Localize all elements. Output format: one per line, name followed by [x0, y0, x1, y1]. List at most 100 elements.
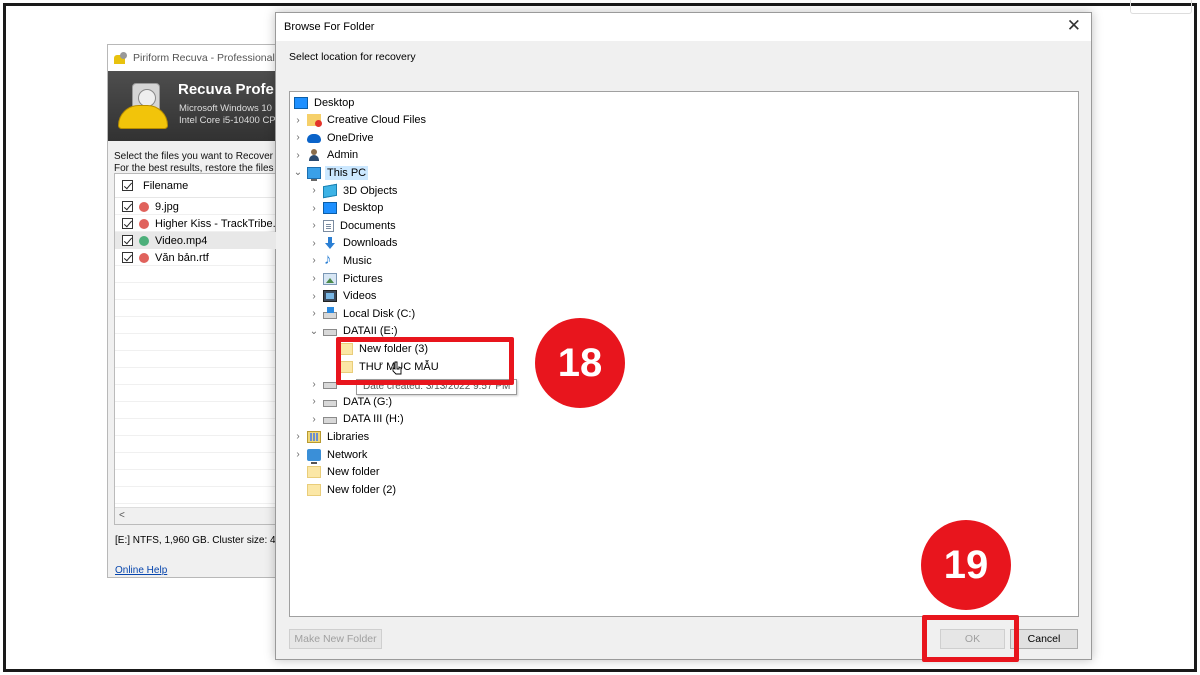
file-row[interactable]: Văn bản.rtf [115, 249, 276, 266]
recuva-intro-line-1: Select the files you want to Recover b [114, 151, 277, 162]
close-icon[interactable]: ✕ [1067, 17, 1081, 35]
expand-chevron-icon[interactable]: › [308, 414, 320, 425]
expand-chevron-icon[interactable]: › [308, 379, 320, 390]
file-row[interactable]: Video.mp4 [115, 232, 276, 249]
documents-icon [323, 219, 334, 232]
expand-chevron-icon[interactable]: › [308, 308, 320, 319]
file-name: 9.jpg [155, 200, 179, 213]
file-checkbox[interactable] [122, 252, 133, 263]
step-18-highlight [336, 337, 514, 385]
make-new-folder-button[interactable]: Make New Folder [289, 629, 382, 649]
tree-node[interactable]: › Libraries [292, 428, 371, 445]
drive-icon [323, 329, 337, 337]
file-status-icon [139, 235, 149, 246]
tree-node-label: Desktop [343, 202, 384, 215]
recuva-titlebar: Piriform Recuva - Professional [108, 45, 276, 71]
libraries-icon [307, 430, 321, 443]
expand-chevron-icon[interactable]: › [308, 185, 320, 196]
dialog-title: Browse For Folder [284, 21, 375, 33]
select-all-checkbox[interactable] [122, 180, 133, 191]
drive-icon [323, 417, 337, 425]
tree-node[interactable]: › DATA (G:) [308, 393, 394, 410]
tree-node-label: New folder (2) [327, 483, 397, 496]
tree-node-label: DATA (G:) [343, 395, 393, 408]
hand-cursor-icon [392, 361, 402, 375]
recuva-banner-os: Microsoft Windows 10 [179, 103, 272, 114]
music-icon [323, 251, 337, 268]
tree-node-label: Admin [327, 149, 359, 162]
recuva-banner: Recuva Profe Microsoft Windows 10 Intel … [108, 71, 276, 141]
pc-icon [307, 166, 321, 181]
expand-chevron-icon[interactable]: › [308, 273, 320, 284]
step-18-badge: 18 [535, 318, 625, 408]
recuva-horizontal-scrollbar[interactable]: < [115, 507, 276, 524]
tree-node[interactable]: ⌄ This PC [292, 164, 369, 181]
tree-node[interactable]: › Downloads [308, 235, 399, 252]
file-row[interactable]: Higher Kiss - TrackTribe.m [115, 215, 277, 232]
tree-node[interactable]: New folder (2) [292, 481, 398, 498]
collapse-chevron-icon[interactable]: ⌄ [292, 167, 304, 178]
recuva-status-text: [E:] NTFS, 1,960 GB. Cluster size: 409 [115, 535, 277, 546]
expand-chevron-icon[interactable]: › [292, 115, 304, 126]
step-19-highlight [922, 615, 1019, 662]
dialog-titlebar: Browse For Folder [276, 13, 1091, 41]
drive-icon [323, 382, 337, 390]
recuva-intro: Select the files you want to Recover b F… [108, 141, 277, 174]
expand-chevron-icon[interactable]: › [308, 396, 320, 407]
collapse-chevron-icon[interactable]: ⌄ [308, 326, 320, 337]
tree-node[interactable]: › Videos [308, 288, 378, 305]
expand-chevron-icon[interactable]: › [292, 449, 304, 460]
network-icon [307, 448, 321, 464]
step-19-badge: 19 [921, 520, 1011, 610]
file-checkbox[interactable] [122, 235, 133, 246]
recuva-logo-icon [118, 83, 170, 131]
tree-node-label: Videos [343, 290, 377, 303]
tree-node-label: Network [327, 448, 368, 461]
tree-node[interactable]: › Local Disk (C:) [308, 305, 417, 322]
expand-chevron-icon[interactable]: › [308, 238, 320, 249]
scroll-left-icon[interactable]: < [119, 510, 125, 521]
tree-node[interactable]: › 3D Objects [308, 182, 399, 199]
dialog-prompt: Select location for recovery [289, 51, 416, 63]
online-help-link[interactable]: Online Help [115, 565, 167, 576]
tree-node[interactable]: › Music [308, 251, 374, 269]
drive-icon [323, 399, 337, 407]
tree-node-label: OneDrive [327, 131, 374, 144]
file-checkbox[interactable] [122, 201, 133, 212]
recuva-file-list[interactable]: Filename 9.jpg Higher Kiss - TrackTribe.m… [114, 173, 277, 525]
tree-node[interactable]: › DATA III (H:) [308, 411, 406, 428]
tree-node-label: New folder [327, 466, 380, 479]
expand-chevron-icon[interactable]: › [308, 203, 320, 214]
cancel-button[interactable]: Cancel [1010, 629, 1078, 649]
tree-node-label: This PC [325, 165, 369, 180]
expand-chevron-icon[interactable]: › [308, 291, 320, 302]
tree-node[interactable]: › Admin [292, 147, 360, 164]
recuva-banner-title: Recuva Profe [178, 81, 274, 98]
tree-node[interactable]: › Desktop [308, 200, 385, 217]
tree-node[interactable]: › OneDrive [292, 129, 375, 146]
expand-chevron-icon[interactable]: › [308, 220, 320, 231]
expand-chevron-icon[interactable]: › [292, 132, 304, 143]
local-disk-icon [323, 306, 337, 319]
tree-node[interactable]: Desktop [290, 94, 356, 111]
onedrive-icon [307, 134, 321, 144]
tree-node[interactable]: › Creative Cloud Files [292, 112, 428, 129]
expand-chevron-icon[interactable]: › [308, 255, 320, 266]
tree-node[interactable]: › Documents [308, 217, 398, 234]
folder-icon [307, 466, 321, 479]
corner-toolbar-fragment [1130, 0, 1192, 14]
user-icon [307, 149, 321, 162]
filename-column-header[interactable]: Filename [143, 180, 188, 192]
tree-node[interactable]: › Network [292, 446, 369, 464]
expand-chevron-icon[interactable]: › [292, 150, 304, 161]
pictures-icon [323, 272, 337, 285]
expand-chevron-icon[interactable]: › [292, 431, 304, 442]
tree-node[interactable]: New folder [292, 464, 382, 481]
tree-node[interactable]: › Pictures [308, 270, 385, 287]
videos-icon [323, 290, 337, 303]
file-name: Higher Kiss - TrackTribe.m [155, 217, 277, 230]
file-row[interactable]: 9.jpg [115, 198, 276, 215]
tree-node-label: Documents [340, 219, 396, 232]
tree-node-label: DATA III (H:) [343, 413, 404, 426]
file-checkbox[interactable] [122, 218, 133, 229]
